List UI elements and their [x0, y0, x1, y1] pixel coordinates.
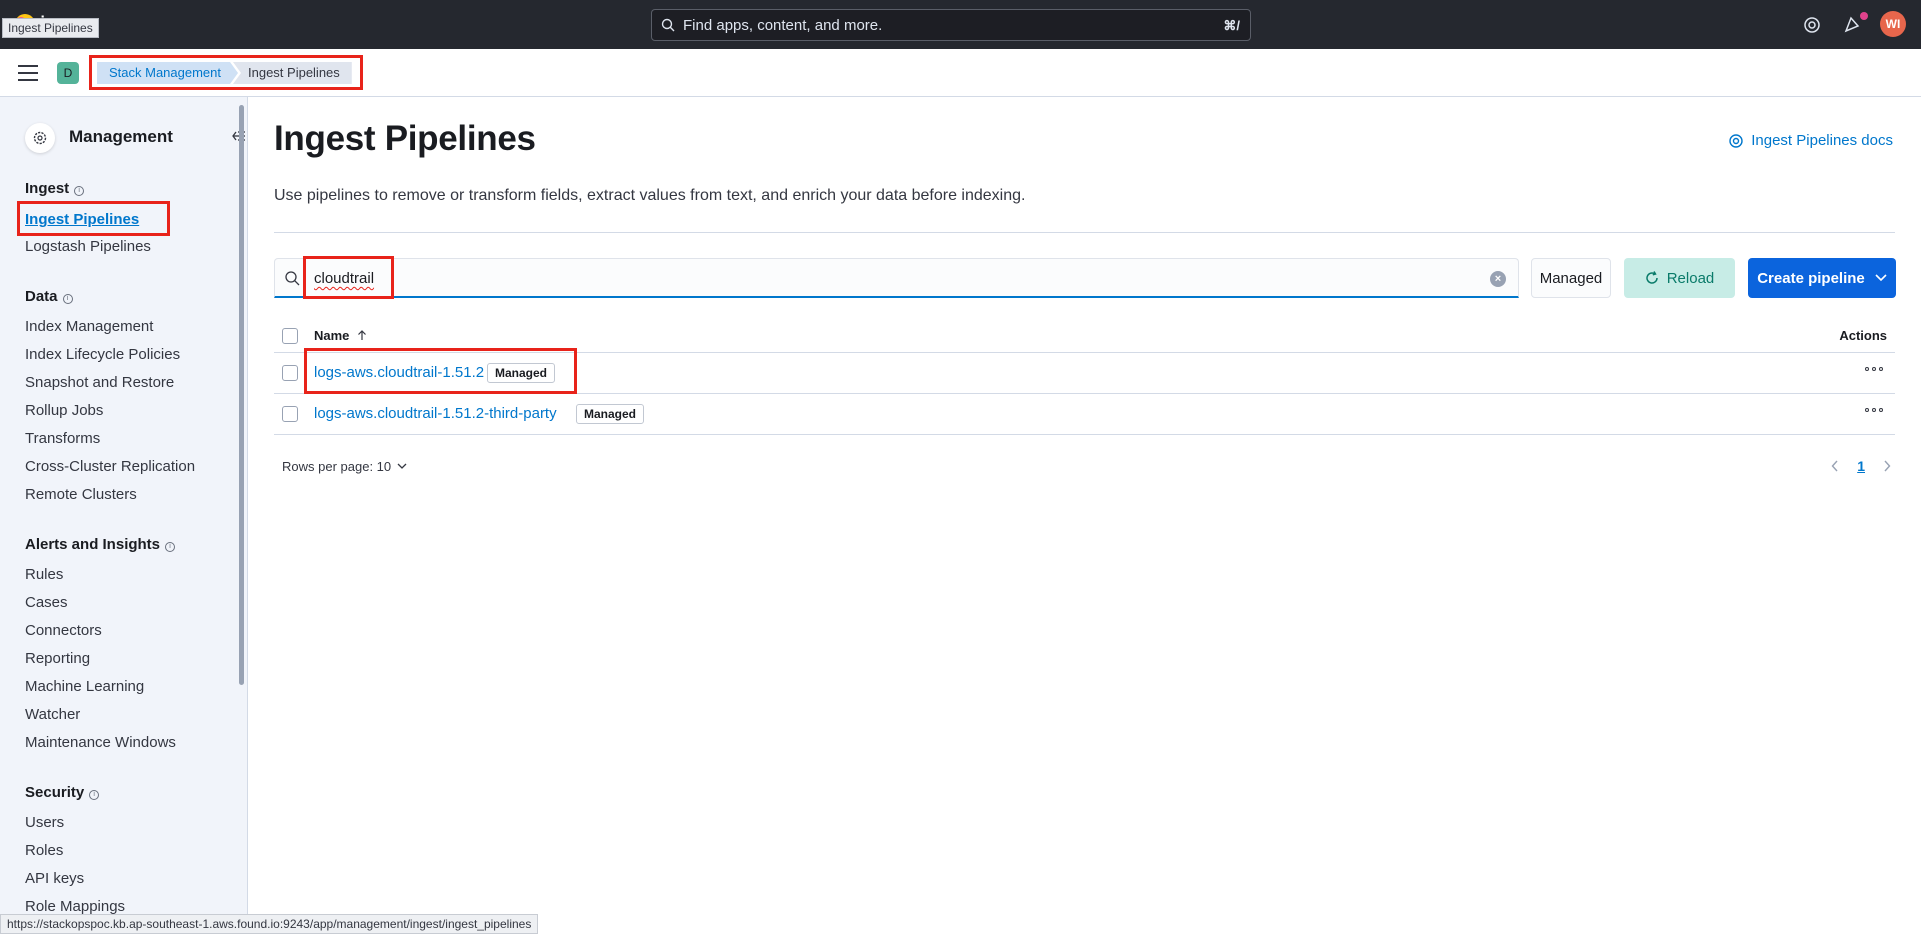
- main-content: Ingest Pipelines Ingest Pipelines docs U…: [249, 97, 1921, 934]
- reload-button[interactable]: Reload: [1624, 258, 1735, 298]
- sort-ascending-icon: [358, 330, 366, 340]
- page-description: Use pipelines to remove or transform fie…: [274, 187, 1026, 204]
- section-security: Security i: [25, 784, 100, 801]
- rows-per-page-selector[interactable]: Rows per page: 10: [282, 459, 407, 474]
- page-number[interactable]: 1: [1857, 458, 1865, 474]
- pipeline-search-input[interactable]: cloudtrail ×: [274, 258, 1519, 298]
- sidebar-item-index-management[interactable]: Index Management: [25, 318, 153, 335]
- row-highlight: [304, 348, 577, 394]
- help-icon: [1729, 133, 1743, 148]
- chevron-down-icon: [397, 463, 407, 469]
- sidebar-item-remote-clusters[interactable]: Remote Clusters: [25, 486, 137, 503]
- pagination: 1: [1831, 458, 1891, 474]
- sidebar-item-maintenance-windows[interactable]: Maintenance Windows: [25, 734, 176, 751]
- info-icon: i: [89, 790, 100, 800]
- search-placeholder: Find apps, content, and more.: [683, 17, 883, 34]
- breadcrumb-bar: D Stack Management Ingest Pipelines: [0, 49, 1921, 97]
- sidebar-item-logstash-pipelines[interactable]: Logstash Pipelines: [25, 238, 151, 255]
- sidebar-item-watcher[interactable]: Watcher: [25, 706, 80, 723]
- sidebar-item-index-lifecycle-policies[interactable]: Index Lifecycle Policies: [25, 346, 180, 363]
- reload-label: Reload: [1666, 269, 1715, 287]
- sidebar-item-role-mappings[interactable]: Role Mappings: [25, 898, 125, 915]
- sidebar-title: Management: [69, 127, 173, 146]
- chevron-down-icon: [1875, 274, 1887, 282]
- page-title: Ingest Pipelines: [274, 119, 536, 158]
- sidebar-item-rollup-jobs[interactable]: Rollup Jobs: [25, 402, 103, 419]
- table-row: logs-aws.cloudtrail-1.51.2-third-party M…: [274, 394, 1895, 435]
- sidebar-item-connectors[interactable]: Connectors: [25, 622, 102, 639]
- section-ingest: Ingest i: [25, 180, 85, 197]
- create-pipeline-button[interactable]: Create pipeline: [1748, 258, 1896, 298]
- sidebar-item-reporting[interactable]: Reporting: [25, 650, 90, 667]
- top-header: ic Find apps, content, and more. ⌘/ WI: [0, 0, 1921, 49]
- management-gear-icon: [25, 123, 55, 153]
- sidebar-item-machine-learning[interactable]: Machine Learning: [25, 678, 144, 695]
- help-icon[interactable]: [1801, 14, 1823, 36]
- section-alerts-insights: Alerts and Insights i: [25, 536, 176, 553]
- rows-per-page-label: Rows per page: 10: [282, 459, 392, 474]
- create-pipeline-label: Create pipeline: [1757, 269, 1865, 287]
- info-icon: i: [165, 542, 176, 552]
- search-highlight: [303, 256, 394, 299]
- sidebar-item-transforms[interactable]: Transforms: [25, 430, 100, 447]
- space-avatar[interactable]: D: [57, 62, 79, 84]
- refresh-icon: [1645, 271, 1658, 284]
- sidebar-item-cross-cluster-replication[interactable]: Cross-Cluster Replication: [25, 458, 195, 475]
- sidebar-item-rules[interactable]: Rules: [25, 566, 63, 583]
- managed-filter-button[interactable]: Managed: [1531, 258, 1611, 298]
- chevron-right-icon[interactable]: [1883, 460, 1891, 472]
- sidebar-item-roles[interactable]: Roles: [25, 842, 63, 859]
- row-actions-icon[interactable]: [1865, 408, 1883, 412]
- sidebar-item-cases[interactable]: Cases: [25, 594, 68, 611]
- info-icon: i: [62, 294, 73, 304]
- sidebar-item-api-keys[interactable]: API keys: [25, 870, 84, 887]
- status-bar-url: https://stackopspoc.kb.ap-southeast-1.aw…: [0, 914, 539, 934]
- divider: [274, 232, 1895, 233]
- menu-icon[interactable]: [18, 65, 38, 81]
- sidebar-item-snapshot-restore[interactable]: Snapshot and Restore: [25, 374, 174, 391]
- search-icon: [661, 18, 675, 32]
- sidebar-item-users[interactable]: Users: [25, 814, 64, 831]
- docs-link-label: Ingest Pipelines docs: [1751, 132, 1893, 149]
- clear-search-icon[interactable]: ×: [1490, 271, 1506, 287]
- chevron-left-icon[interactable]: [1831, 460, 1839, 472]
- user-avatar[interactable]: WI: [1880, 11, 1906, 37]
- row-checkbox[interactable]: [282, 406, 298, 422]
- managed-badge: Managed: [576, 404, 645, 424]
- sidebar-highlight: [17, 201, 170, 236]
- info-icon: i: [74, 186, 85, 196]
- row-checkbox[interactable]: [282, 365, 298, 381]
- row-actions-icon[interactable]: [1865, 367, 1883, 371]
- column-header-actions: Actions: [1839, 328, 1887, 343]
- breadcrumb-highlight: [89, 55, 363, 90]
- column-header-name[interactable]: Name: [314, 328, 367, 343]
- section-data: Data i: [25, 288, 73, 305]
- search-icon: [285, 271, 300, 286]
- select-all-checkbox[interactable]: [282, 328, 298, 344]
- pipeline-name-link[interactable]: logs-aws.cloudtrail-1.51.2-third-party: [314, 405, 557, 422]
- docs-link[interactable]: Ingest Pipelines docs: [1728, 132, 1893, 149]
- search-shortcut: ⌘/: [1223, 18, 1240, 33]
- sidebar: Management Ingest i Ingest Pipelines Logs…: [0, 97, 248, 934]
- notification-dot: [1860, 12, 1868, 20]
- global-search[interactable]: Find apps, content, and more. ⌘/: [651, 9, 1251, 41]
- sidebar-scrollbar[interactable]: [239, 105, 244, 685]
- tooltip: Ingest Pipelines: [2, 18, 99, 38]
